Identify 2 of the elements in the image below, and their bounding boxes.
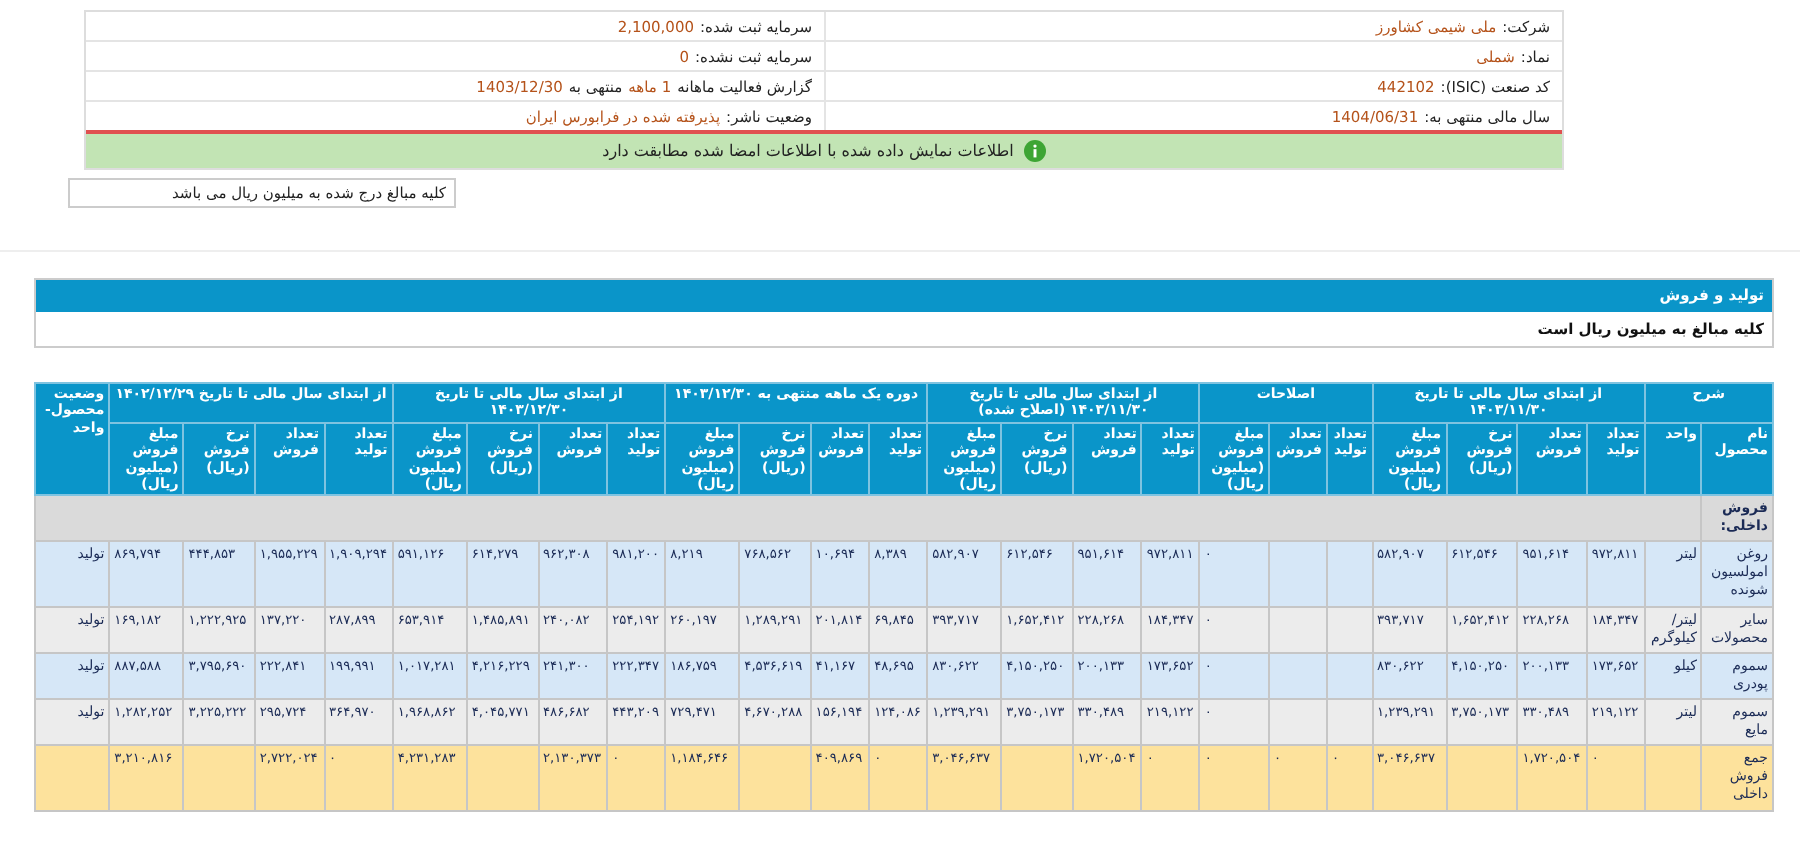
notice-text: اطلاعات نمایش داده شده با اطلاعات امضا شده مطابقت دارد: [602, 142, 1014, 160]
info-icon: [1023, 140, 1046, 162]
